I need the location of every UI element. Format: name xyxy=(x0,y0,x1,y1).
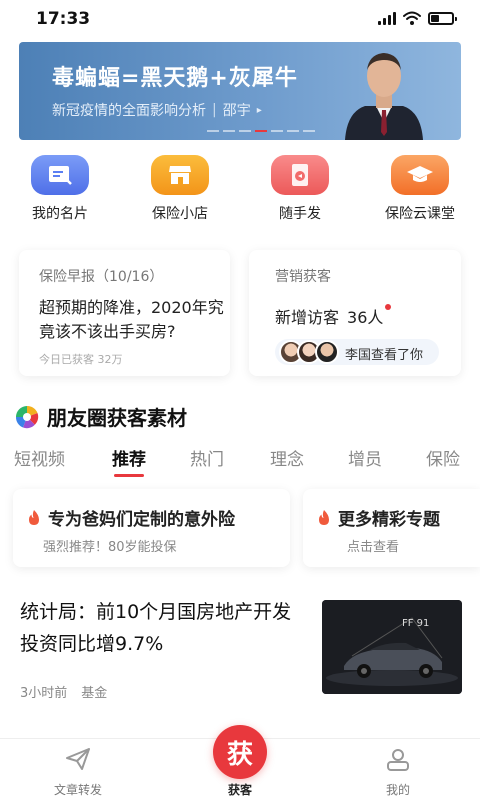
banner-pagination xyxy=(207,130,315,132)
quick-action-shop[interactable]: 保险小店 xyxy=(120,155,240,223)
banner-subtitle: 新冠疫情的全面影响分析 | 邵宇 ▸ xyxy=(52,100,262,120)
nav-label: 我的 xyxy=(385,783,410,797)
acquire-customers-button[interactable]: 获 xyxy=(213,725,267,779)
article-item[interactable]: 统计局：前10个月国房地产开发投资同比增9.7% 3小时前 基金 FF 91 xyxy=(0,590,480,710)
status-icons xyxy=(378,11,457,25)
shop-icon xyxy=(151,155,209,195)
signal-icon xyxy=(378,11,396,25)
banner-dot xyxy=(207,130,219,132)
wifi-icon xyxy=(403,11,421,25)
tab-popular[interactable]: 热门 xyxy=(190,445,224,470)
quick-action-cloud-class[interactable]: 保险云课堂 xyxy=(360,155,480,223)
car-thumbnail-image xyxy=(322,600,462,694)
thumbnail-caption: FF 91 xyxy=(402,618,430,629)
banner-author: 邵宇 xyxy=(222,103,251,119)
quick-action-label: 随手发 xyxy=(279,206,321,222)
visitor-label: 新增访客 xyxy=(275,308,340,327)
nav-label: 文章转发 xyxy=(53,783,102,797)
speaker-portrait xyxy=(345,53,423,140)
aperture-logo-icon xyxy=(15,405,39,428)
banner-dot xyxy=(287,130,299,132)
banner-separator: | xyxy=(212,102,217,118)
insurance-news-card[interactable]: 保险早报（10/16） 超预期的降准，2020年究竟该不该出手买房? 今日已获客… xyxy=(19,250,230,376)
notification-dot xyxy=(385,304,392,310)
nav-article-share[interactable]: 文章转发 xyxy=(18,747,138,798)
topic-title-text: 更多精彩专题 xyxy=(338,510,440,530)
topic-subtitle: 点击查看 xyxy=(347,540,400,555)
battery-icon xyxy=(428,11,457,25)
banner-title: 毒蝙蝠=黑天鹅+灰犀牛 xyxy=(52,66,298,91)
graduation-cap-icon xyxy=(391,155,449,195)
tab-recommended[interactable]: 推荐 xyxy=(112,445,146,470)
banner-dot xyxy=(223,130,235,132)
quick-action-label: 我的名片 xyxy=(32,206,88,222)
topic-subtitle: 强烈推荐！80岁能投保 xyxy=(43,540,177,555)
share-icon xyxy=(271,155,329,195)
card-icon xyxy=(31,155,89,195)
news-card-footer: 今日已获客 32万 xyxy=(39,353,123,366)
promo-banner[interactable]: 毒蝙蝠=黑天鹅+灰犀牛 新冠疫情的全面影响分析 | 邵宇 ▸ xyxy=(19,42,461,140)
paper-plane-icon xyxy=(66,748,90,770)
section-heading: 朋友圈获客素材 xyxy=(15,402,187,431)
article-title: 统计局：前10个月国房地产开发投资同比增9.7% xyxy=(20,601,292,655)
article-time: 3小时前 xyxy=(20,686,68,701)
quick-action-quick-post[interactable]: 随手发 xyxy=(240,155,360,223)
quick-action-my-card[interactable]: 我的名片 xyxy=(0,155,120,223)
banner-arrow-icon: ▸ xyxy=(256,104,262,116)
nav-mine[interactable]: 我的 xyxy=(338,747,458,798)
tab-insurance[interactable]: 保险 xyxy=(426,445,460,470)
nav-label-center: 获客 xyxy=(227,783,252,797)
marketing-card[interactable]: 营销获客 新增访客 36人 李国查看了你 xyxy=(249,250,461,376)
news-card-body: 超预期的降准，2020年究竟该不该出手买房? xyxy=(39,298,224,341)
quick-action-label: 保险云课堂 xyxy=(385,206,455,222)
quick-actions: 我的名片 保险小店 随手发 保险云课堂 xyxy=(0,155,480,225)
topic-title: 专为爸妈们定制的意外险 xyxy=(27,505,235,530)
tab-recruiting[interactable]: 增员 xyxy=(348,445,382,470)
topic-card-more-topics[interactable]: 更多精彩专题 点击查看 xyxy=(303,489,480,567)
tab-philosophy[interactable]: 理念 xyxy=(270,445,304,470)
new-visitors: 新增访客 36人 xyxy=(275,304,392,328)
article-tag: 基金 xyxy=(81,686,108,701)
banner-dot xyxy=(271,130,283,132)
bottom-navigation: 文章转发 获 获客 我的 xyxy=(0,725,480,800)
article-thumbnail: FF 91 xyxy=(322,600,462,694)
article-meta: 3小时前 基金 xyxy=(20,682,107,701)
topic-title: 更多精彩专题 xyxy=(317,505,440,530)
flame-icon xyxy=(319,510,329,525)
active-tab-indicator xyxy=(114,474,144,477)
recent-viewer-pill[interactable]: 李国查看了你 xyxy=(275,339,439,365)
marketing-card-title: 营销获客 xyxy=(275,269,331,285)
banner-dot xyxy=(303,130,315,132)
visitor-count: 36人 xyxy=(347,308,384,327)
profile-icon xyxy=(387,749,409,771)
section-title: 朋友圈获客素材 xyxy=(47,406,187,430)
banner-dot-active xyxy=(255,130,267,132)
news-card-title: 保险早报（10/16） xyxy=(39,269,164,285)
tab-short-video[interactable]: 短视频 xyxy=(14,445,65,470)
topic-title-text: 专为爸妈们定制的意外险 xyxy=(48,510,235,530)
quick-action-label: 保险小店 xyxy=(152,206,208,222)
status-bar: 17:33 xyxy=(0,0,480,40)
avatar xyxy=(315,340,339,364)
banner-dot xyxy=(239,130,251,132)
flame-icon xyxy=(29,510,39,525)
viewer-avatars xyxy=(279,340,339,364)
category-tabs: 短视频 推荐 热门 理念 增员 保险 xyxy=(0,445,480,479)
viewer-text: 李国查看了你 xyxy=(345,348,424,363)
banner-subtitle-text: 新冠疫情的全面影响分析 xyxy=(52,103,206,119)
status-time: 17:33 xyxy=(36,9,91,29)
topic-card-parents-accident[interactable]: 专为爸妈们定制的意外险 强烈推荐！80岁能投保 xyxy=(13,489,290,567)
